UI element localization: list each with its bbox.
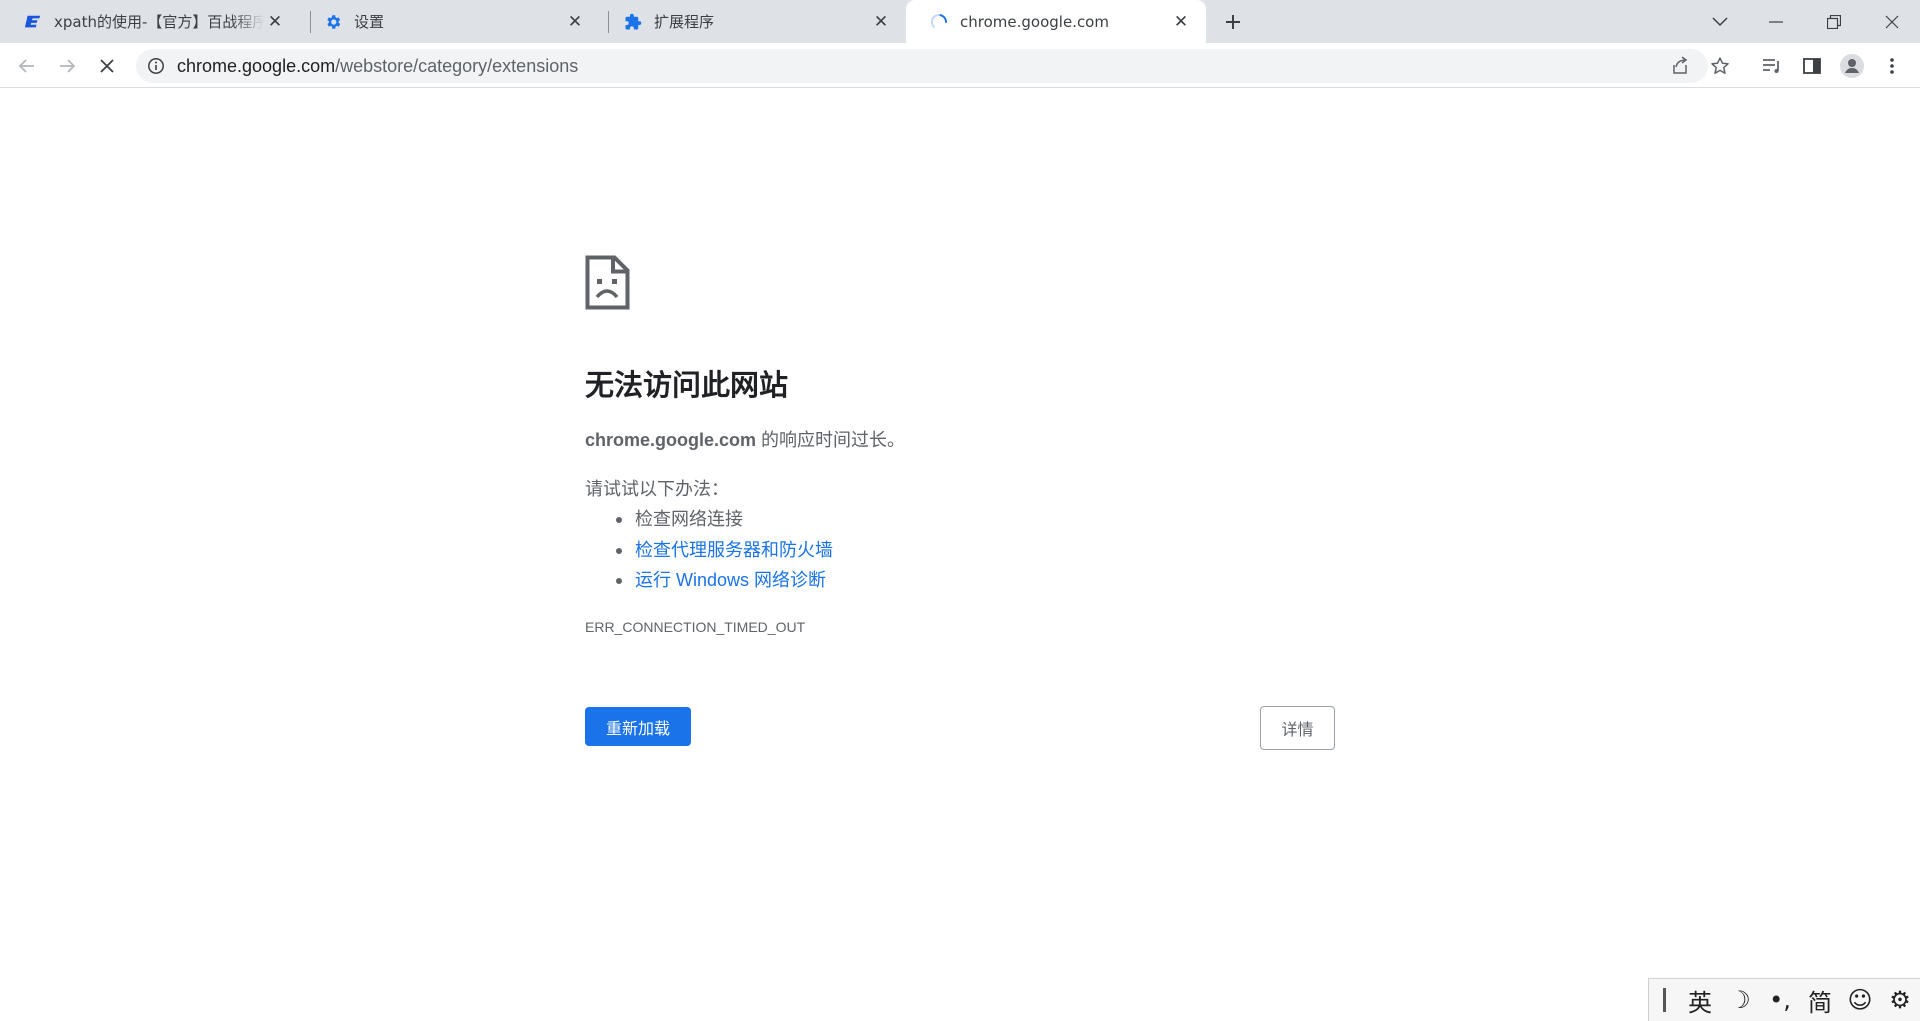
restore-button[interactable] [1806,0,1862,43]
suggestions-heading: 请试试以下办法： [585,479,729,499]
bookmark-star-icon[interactable] [1707,53,1733,79]
side-panel-icon [1803,58,1821,74]
address-bar[interactable]: chrome.google.com/webstore/category/exte… [136,49,1729,83]
reading-list-icon [1763,59,1779,73]
close-window-button[interactable] [1864,0,1920,43]
chevron-down-icon [1712,16,1728,26]
ime-script-toggle[interactable]: 简 [1800,982,1840,1018]
avatar-icon [1840,54,1864,78]
error-message-text: 的响应时间过长。 [756,430,906,450]
suggestion-check-connection: 检查网络连接 [585,504,833,535]
close-icon [1885,15,1899,28]
profile-button[interactable] [1837,51,1867,81]
sad-page-icon [585,255,630,310]
moon-icon[interactable]: ☽ [1720,982,1760,1018]
error-message: chrome.google.com 的响应时间过长。 [585,427,905,453]
close-icon[interactable]: ✕ [1170,11,1192,33]
suggestion-check-proxy-link[interactable]: 检查代理服务器和防火墙 [585,535,833,566]
more-vertical-icon [1890,58,1894,74]
browser-toolbar: chrome.google.com/webstore/category/exte… [0,43,1920,88]
arrow-right-icon [60,59,76,73]
ime-drag-handle[interactable] [1663,988,1666,1012]
tab-title: chrome.google.com [960,12,1109,31]
plus-icon [1226,15,1240,29]
settings-gear-icon [324,13,342,31]
url-host: chrome.google.com [177,56,336,76]
baizhan-logo-icon [24,13,42,31]
close-icon[interactable]: ✕ [564,11,586,33]
tab-xpath[interactable]: xpath的使用-【官方】百战程序员 ✕ [0,0,300,43]
tab-title: 扩展程序 [654,13,715,31]
error-code: ERR_CONNECTION_TIMED_OUT [585,619,806,635]
forward-button[interactable] [52,51,82,81]
url-text[interactable]: chrome.google.com/webstore/category/exte… [177,56,578,76]
restore-icon [1827,14,1841,29]
url-path: /webstore/category/extensions [335,56,579,76]
arrow-left-icon [18,59,34,73]
reload-button[interactable]: 重新加载 [585,707,691,746]
close-icon[interactable]: ✕ [870,11,892,33]
ime-language-toggle[interactable]: 英 [1680,982,1720,1018]
stop-loading-button[interactable] [92,51,122,81]
error-host: chrome.google.com [585,430,757,450]
close-icon [100,59,114,73]
back-button[interactable] [12,51,42,81]
tab-settings[interactable]: 设置 ✕ [300,0,600,43]
side-panel-button[interactable] [1797,51,1827,81]
new-tab-button[interactable] [1219,8,1247,36]
gear-icon[interactable]: ⚙ [1880,982,1920,1018]
extension-puzzle-icon [624,13,642,31]
menu-button[interactable] [1877,51,1907,81]
details-button[interactable]: 详情 [1260,706,1335,750]
tab-title: 设置 [354,13,385,31]
close-icon[interactable]: ✕ [264,11,286,33]
error-title: 无法访问此网站 [585,370,789,402]
tab-extensions[interactable]: 扩展程序 ✕ [600,0,906,43]
tab-chrome-webstore[interactable]: chrome.google.com ✕ [906,0,1206,43]
ime-toolbar: 英 ☽ •, 简 ☺ ⚙ [1648,978,1920,1021]
info-icon[interactable] [147,57,165,75]
emoji-icon[interactable]: ☺ [1840,982,1880,1018]
minimize-button[interactable] [1748,0,1804,43]
suggestions-list: 检查网络连接 检查代理服务器和防火墙 运行 Windows 网络诊断 [585,504,833,596]
tab-title: xpath的使用-【官方】百战程序员 [54,13,264,31]
tab-search-button[interactable] [1692,0,1748,43]
loading-spinner-icon [930,13,948,31]
minimize-icon [1769,20,1783,23]
reading-list-button[interactable] [1757,51,1787,81]
suggestion-network-diagnostics-link[interactable]: 运行 Windows 网络诊断 [585,565,833,596]
punctuation-icon[interactable]: •, [1760,982,1800,1018]
share-icon[interactable] [1667,53,1693,79]
tab-strip: xpath的使用-【官方】百战程序员 ✕ 设置 ✕ 扩展程序 ✕ chrome.… [0,0,1920,43]
